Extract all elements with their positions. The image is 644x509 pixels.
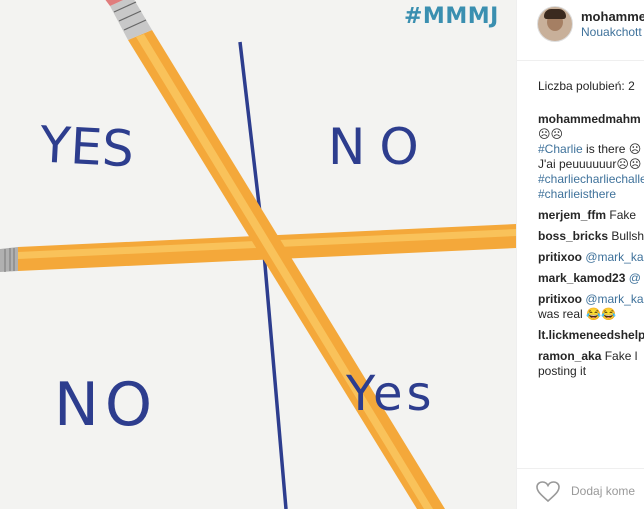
add-comment-row: Dodaj kome bbox=[517, 468, 644, 509]
comment-text: Fake l bbox=[601, 349, 638, 363]
likes-count[interactable]: Liczba polubień: 2 bbox=[538, 79, 635, 93]
comment-username[interactable]: boss_bricks bbox=[538, 229, 608, 243]
comment-mention[interactable]: @mark_ka bbox=[582, 292, 643, 306]
comment-text: was real 😂😂 bbox=[538, 307, 616, 321]
avatar[interactable] bbox=[537, 6, 573, 42]
comment: mark_kamod23 @ bbox=[538, 271, 644, 286]
comment-text: posting it bbox=[538, 364, 587, 378]
post-sidebar: mohammedmahm Nouakchott Liczba polubień:… bbox=[516, 0, 644, 509]
hashtag-charlie[interactable]: #Charlie bbox=[538, 142, 583, 156]
caption-emoji: ☹☹ bbox=[538, 127, 564, 141]
word-no-bottom-left: NO bbox=[54, 370, 159, 440]
comment-text: Bullsh bbox=[608, 229, 644, 243]
post-location[interactable]: Nouakchott bbox=[581, 25, 642, 39]
comment-username[interactable]: merjem_ffm bbox=[538, 208, 606, 222]
hashtag-challenge[interactable]: #charliecharliechallenge bbox=[538, 172, 644, 186]
comment-username[interactable]: pritixoo bbox=[538, 250, 582, 264]
comment-mention[interactable]: @ bbox=[625, 271, 641, 285]
comment-username[interactable]: mark_kamod23 bbox=[538, 271, 625, 285]
author-username[interactable]: mohammedmahm bbox=[581, 9, 644, 24]
hashtag-isthere[interactable]: #charlieisthere bbox=[538, 187, 616, 201]
comment: pritixoo @mark_ka was real 😂😂 bbox=[538, 292, 644, 322]
caption-text-jai: J'ai peuuuuuur☹☹ bbox=[538, 157, 642, 171]
comment: ramon_aka Fake l posting it bbox=[538, 349, 644, 379]
comment: merjem_ffm Fake bbox=[538, 208, 644, 223]
comment-text: Fake bbox=[606, 208, 637, 222]
comment: lt.lickmeneedshelp bbox=[538, 328, 644, 343]
comment-mention[interactable]: @mark_ka bbox=[582, 250, 643, 264]
caption-text: is there ☹ bbox=[582, 142, 642, 156]
comments-list: mohammedmahm ☹☹ #Charlie is there ☹ J'ai… bbox=[538, 112, 644, 385]
heart-icon[interactable] bbox=[536, 481, 560, 503]
add-comment-input[interactable]: Dodaj kome bbox=[571, 484, 635, 498]
caption: mohammedmahm ☹☹ #Charlie is there ☹ J'ai… bbox=[538, 112, 644, 202]
comment: boss_bricks Bullsh bbox=[538, 229, 644, 244]
comment-username[interactable]: pritixoo bbox=[538, 292, 582, 306]
divider bbox=[517, 60, 644, 61]
caption-username[interactable]: mohammedmahm bbox=[538, 112, 641, 126]
photo-hashtag: #MMMJ bbox=[404, 4, 499, 29]
post-photo[interactable]: #MMMJ YES NO NO Yes bbox=[0, 0, 516, 509]
word-no-top-right: NO bbox=[328, 118, 433, 176]
word-yes-bottom-right: Yes bbox=[346, 366, 436, 422]
comment-username[interactable]: ramon_aka bbox=[538, 349, 601, 363]
comment: pritixoo @mark_ka bbox=[538, 250, 644, 265]
post-header: mohammedmahm Nouakchott bbox=[517, 0, 644, 48]
comment-username[interactable]: lt.lickmeneedshelp bbox=[538, 328, 644, 342]
word-yes-top-left: YES bbox=[38, 115, 136, 179]
